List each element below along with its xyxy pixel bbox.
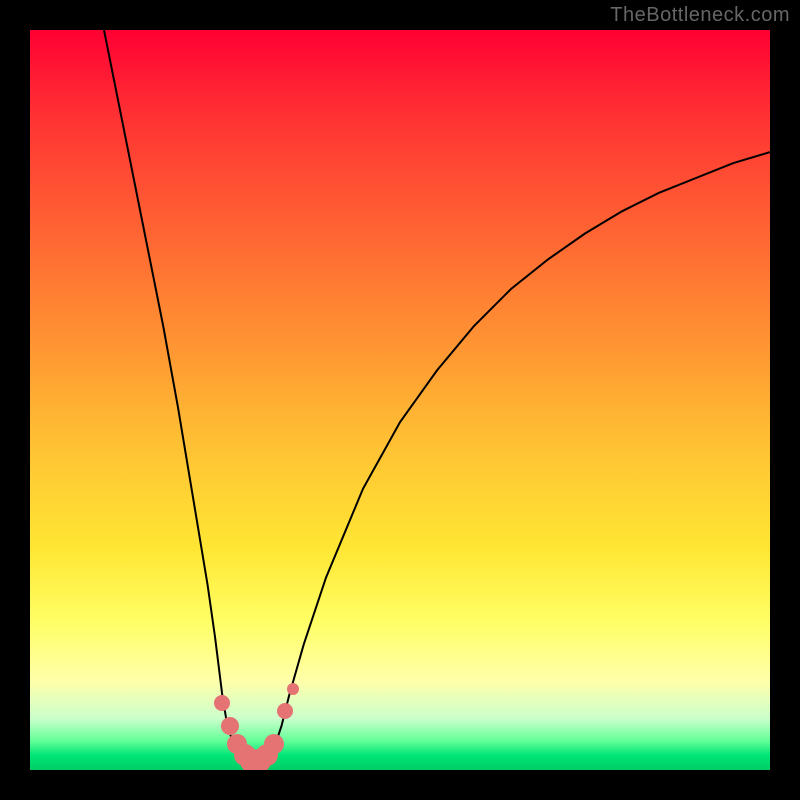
trough-marker	[287, 683, 299, 695]
plot-area	[30, 30, 770, 770]
chart-frame: TheBottleneck.com	[0, 0, 800, 800]
bottleneck-curve	[104, 30, 770, 763]
attribution-text: TheBottleneck.com	[610, 4, 790, 27]
curve-layer	[30, 30, 770, 770]
trough-marker	[277, 703, 293, 719]
trough-marker	[221, 717, 239, 735]
trough-marker	[214, 695, 230, 711]
trough-marker	[264, 734, 284, 754]
